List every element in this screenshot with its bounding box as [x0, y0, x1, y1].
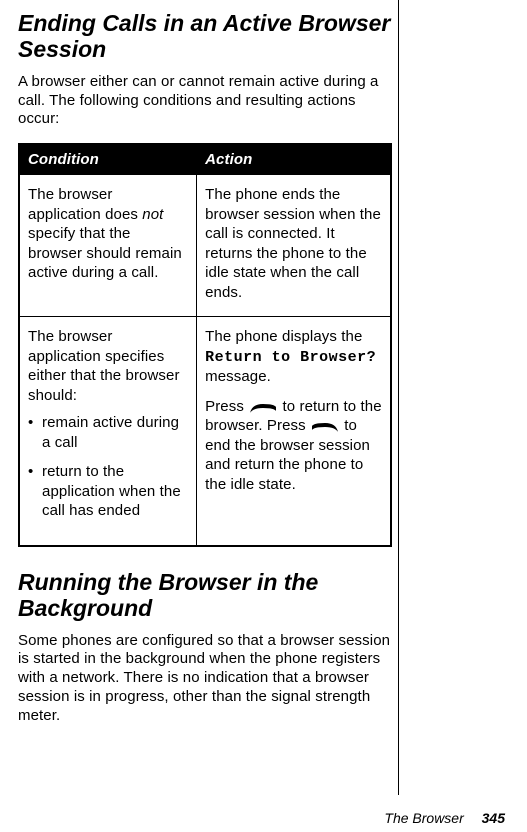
- footer-page-number: 345: [482, 810, 505, 826]
- text: Press to return to the browser. Press to…: [205, 397, 382, 495]
- table-row: The browser application does not specify…: [19, 175, 391, 317]
- cell-condition-2: The browser application specifies either…: [19, 317, 197, 546]
- intro-paragraph: A browser either can or cannot remain ac…: [18, 73, 392, 129]
- list-item: return to the application when the call …: [28, 462, 188, 521]
- ui-message-return-to-browser: Return to Browser?: [205, 349, 376, 366]
- text: specify that the browser should remain a…: [28, 225, 182, 281]
- table-header-action: Action: [197, 144, 391, 175]
- content-area: Ending Calls in an Active Browser Sessio…: [18, 0, 392, 792]
- vertical-page-rule: [398, 0, 399, 795]
- page-footer: The Browser 345: [384, 810, 505, 826]
- left-soft-key-icon: [249, 400, 277, 412]
- table-header-condition: Condition: [19, 144, 197, 175]
- footer-section-title: The Browser: [384, 810, 463, 826]
- bullet-list: remain active during a call return to th…: [28, 413, 188, 521]
- text: The browser application does: [28, 186, 142, 223]
- text: The phone displays the: [205, 328, 362, 345]
- text: Press: [205, 398, 248, 415]
- heading-running-background: Running the Browser in the Background: [18, 569, 392, 622]
- cell-action-1: The phone ends the browser session when …: [197, 175, 391, 317]
- text-emphasis-not: not: [142, 206, 163, 223]
- cell-action-2: The phone displays the Return to Browser…: [197, 317, 391, 546]
- cell-condition-1: The browser application does not specify…: [19, 175, 197, 317]
- condition-action-table: Condition Action The browser application…: [18, 143, 392, 547]
- heading-ending-calls: Ending Calls in an Active Browser Sessio…: [18, 10, 392, 63]
- text: The phone displays the Return to Browser…: [205, 327, 382, 387]
- text: The browser application specifies either…: [28, 327, 188, 405]
- body-running-background: Some phones are configured so that a bro…: [18, 632, 392, 726]
- table-row: The browser application specifies either…: [19, 317, 391, 546]
- right-soft-key-icon: [311, 419, 339, 431]
- text: message.: [205, 368, 271, 385]
- list-item: remain active during a call: [28, 413, 188, 452]
